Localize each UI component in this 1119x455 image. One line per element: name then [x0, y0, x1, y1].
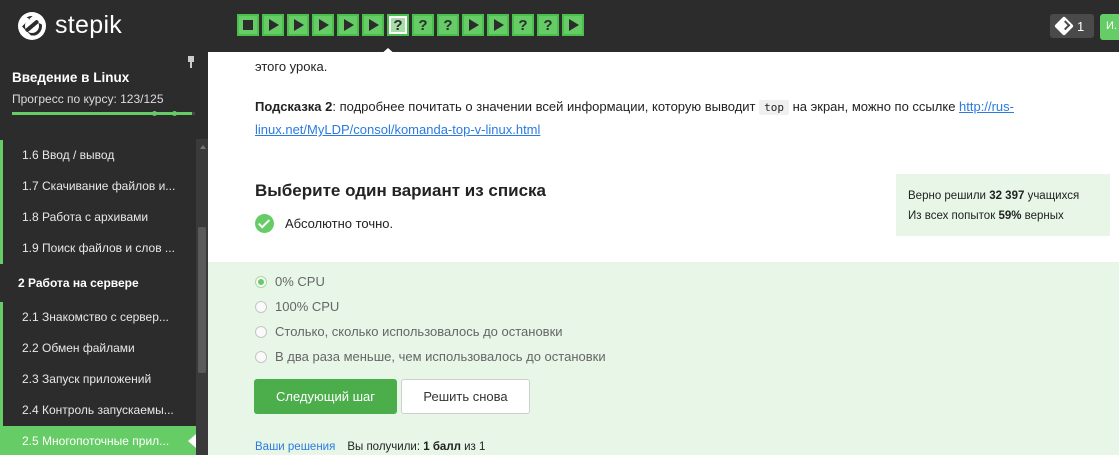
answer-option[interactable]: В два раза меньше, чем использовалось до… — [255, 349, 606, 364]
question-icon: ? — [443, 16, 453, 34]
course-sidebar: Введение в Linux Прогресс по курсу: 123/… — [0, 52, 208, 455]
step-3[interactable] — [287, 14, 309, 36]
notifications-count: 1 — [1077, 18, 1085, 34]
logo-text: stepik — [55, 11, 123, 39]
sidebar-lesson-item[interactable]: 1.8 Работа с архивами — [0, 202, 196, 233]
stepik-logo-icon — [18, 11, 46, 40]
step-8[interactable]: ? — [412, 14, 434, 36]
question-icon: ? — [393, 16, 403, 34]
answer-option[interactable]: Столько, сколько использовалось до остан… — [255, 324, 563, 339]
question-icon: ? — [518, 16, 528, 34]
top-bar: stepik ????? 1 И. — [0, 0, 1119, 55]
step-7[interactable]: ? — [387, 14, 409, 36]
question-icon: ? — [543, 16, 553, 34]
sidebar-lesson-item[interactable]: 1.6 Ввод / вывод — [0, 140, 196, 171]
solved-count-line: Верно решили 32 397 учащихся — [908, 190, 1080, 202]
step-12[interactable]: ? — [512, 14, 534, 36]
step-content: этого урока. Подсказка 2: подробнее почи… — [208, 52, 1119, 455]
sidebar-lesson-item[interactable]: 2.5 Многопоточные прил... — [0, 426, 196, 455]
answer-option-label: 100% CPU — [275, 299, 340, 314]
hint-code: top — [759, 100, 789, 115]
radio-button[interactable] — [255, 300, 267, 313]
sidebar-lesson-item[interactable]: 2.2 Обмен файлами — [0, 333, 196, 364]
step-6[interactable] — [362, 14, 384, 36]
step-14[interactable] — [562, 14, 584, 36]
text-step-icon — [243, 20, 253, 30]
play-icon — [294, 19, 304, 31]
answer-option[interactable]: 0% CPU — [255, 274, 325, 289]
answer-option[interactable]: 100% CPU — [255, 299, 339, 314]
hint-text-after: на экран, можно по ссылке — [789, 99, 960, 114]
course-progress-label: Прогресс по курсу: 123/125 — [12, 92, 164, 106]
sidebar-lesson-item[interactable]: 2.3 Запуск приложений — [0, 364, 196, 395]
next-step-button[interactable]: Следующий шаг — [254, 379, 397, 414]
answer-option-label: 0% CPU — [275, 274, 325, 289]
text-paragraph: этого урока. — [255, 59, 328, 74]
radio-button[interactable] — [255, 275, 267, 288]
sidebar-section[interactable]: 2 Работа на сервере — [0, 264, 196, 302]
sidebar-lesson-item[interactable]: 2.1 Знакомство с сервер... — [0, 302, 196, 333]
score-value: 1 балл — [423, 441, 461, 453]
attempts-line: Из всех попыток 59% верных — [908, 210, 1064, 222]
score-suffix: из 1 — [460, 441, 486, 453]
step-navigation: ????? — [237, 14, 584, 36]
sidebar-scrollbar[interactable] — [196, 139, 208, 455]
step-13[interactable]: ? — [537, 14, 559, 36]
step-11[interactable] — [487, 14, 509, 36]
step-2[interactable] — [262, 14, 284, 36]
radio-button[interactable] — [255, 325, 267, 338]
active-caret-icon — [188, 434, 196, 448]
solutions-bar: Ваши решения Вы получили: 1 балл из 1 — [255, 441, 485, 453]
answer-panel: 0% CPU 100% CPU Столько, сколько использов… — [208, 262, 1119, 455]
retry-button[interactable]: Решить снова — [401, 379, 530, 414]
question-title: Выберите один вариант из списка — [255, 181, 546, 200]
sidebar-scrollbar-thumb[interactable] — [198, 227, 206, 373]
play-icon — [369, 19, 379, 31]
pin-icon[interactable] — [187, 56, 195, 68]
solve-stats: Верно решили 32 397 учащихся Из всех поп… — [896, 174, 1110, 236]
sidebar-lesson-item[interactable]: 1.7 Скачивание файлов и... — [0, 171, 196, 202]
answer-option-label: В два раза меньше, чем использовалось до… — [275, 349, 606, 364]
scroll-up-icon[interactable] — [200, 145, 206, 149]
verdict-text: Абсолютно точно. — [285, 216, 394, 231]
hint-text: : подробнее почитать о значении всей инф… — [332, 99, 760, 114]
notifications-button[interactable]: 1 — [1050, 14, 1094, 38]
your-solutions-link[interactable]: Ваши решения — [255, 441, 335, 453]
progress-dots — [152, 111, 177, 116]
play-icon — [269, 19, 279, 31]
avatar[interactable]: И. — [1100, 14, 1119, 40]
course-title[interactable]: Введение в Linux — [12, 70, 129, 85]
play-icon — [569, 19, 579, 31]
step-5[interactable] — [337, 14, 359, 36]
step-9[interactable]: ? — [437, 14, 459, 36]
radio-button[interactable] — [255, 350, 267, 363]
play-icon — [344, 19, 354, 31]
question-icon: ? — [418, 16, 428, 34]
stepik-logo[interactable]: stepik — [18, 11, 122, 40]
step-1[interactable] — [237, 14, 259, 36]
check-circle-icon — [255, 214, 274, 233]
answer-option-label: Столько, сколько использовалось до остан… — [275, 324, 563, 339]
lesson-list: 1.6 Ввод / вывод 1.7 Скачивание файлов и.… — [0, 140, 196, 455]
play-icon — [319, 19, 329, 31]
hint-label: Подсказка 2 — [255, 99, 333, 114]
notification-icon — [1054, 16, 1074, 36]
play-icon — [494, 19, 504, 31]
score-prefix: Вы получили: — [347, 441, 424, 453]
sidebar-lesson-item[interactable]: 2.4 Контроль запускаемы... — [0, 395, 196, 426]
step-4[interactable] — [312, 14, 334, 36]
hint-paragraph: Подсказка 2: подробнее почитать о значен… — [255, 96, 1075, 141]
verdict: Абсолютно точно. — [255, 214, 393, 233]
play-icon — [469, 19, 479, 31]
step-10[interactable] — [462, 14, 484, 36]
sidebar-lesson-item[interactable]: 1.9 Поиск файлов и слов ... — [0, 233, 196, 264]
